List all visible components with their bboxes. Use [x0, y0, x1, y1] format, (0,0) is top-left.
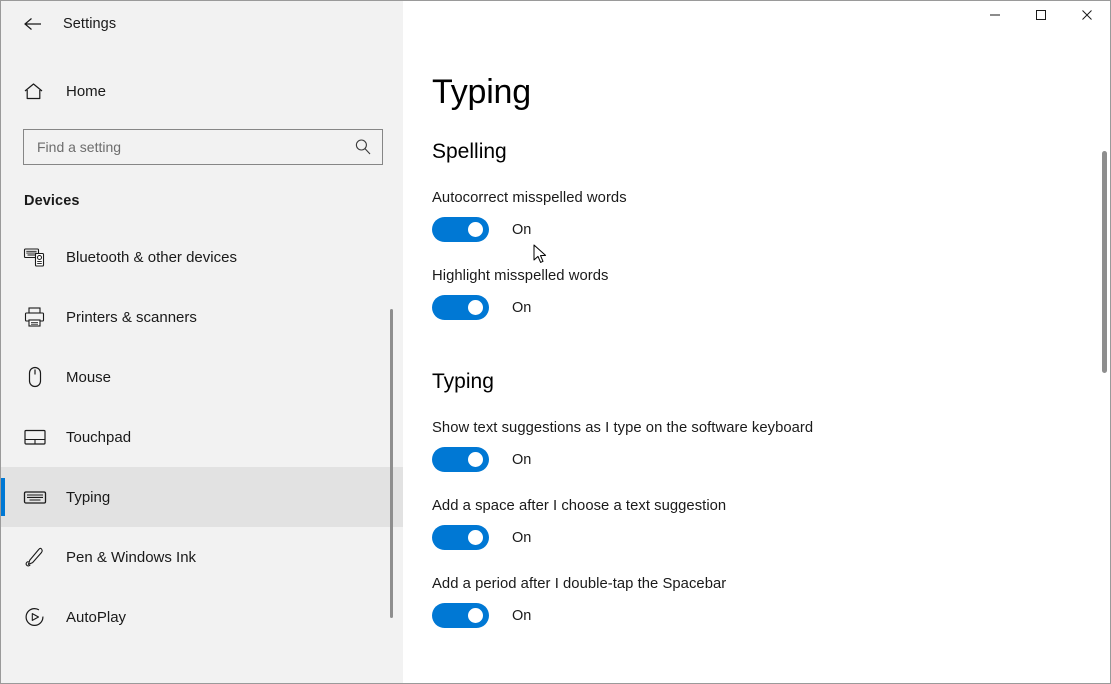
setting-show-text-suggestions: Show text suggestions as I type on the s… — [432, 420, 1110, 472]
toggle-show-text-suggestions[interactable] — [432, 447, 489, 472]
toggle-state-label: On — [512, 607, 532, 624]
setting-label: Autocorrect misspelled words — [432, 190, 627, 206]
sidebar-item-label: AutoPlay — [66, 608, 127, 626]
home-icon — [23, 82, 53, 101]
setting-label: Show text suggestions as I type on the s… — [432, 420, 814, 436]
touchpad-icon — [23, 426, 53, 448]
toggle-row: On — [432, 295, 1110, 320]
app-title: Settings — [63, 16, 117, 32]
mouse-icon — [23, 366, 53, 388]
setting-highlight-misspelled-words: Highlight misspelled words On — [432, 268, 1110, 320]
maximize-icon — [1035, 8, 1047, 26]
main-content: Typing Spelling Autocorrect misspelled w… — [403, 47, 1110, 683]
toggle-row: On — [432, 525, 1110, 550]
search-icon[interactable] — [354, 138, 372, 156]
search-box[interactable] — [23, 129, 383, 165]
toggle-state-label: On — [512, 529, 532, 546]
page-title: Typing — [432, 73, 531, 111]
close-icon — [1081, 8, 1093, 26]
minimize-icon — [989, 8, 1001, 26]
toggle-state-label: On — [512, 451, 532, 468]
toggle-autocorrect-misspelled-words[interactable] — [432, 217, 489, 242]
main-scrollbar-thumb[interactable] — [1102, 151, 1107, 373]
toggle-row: On — [432, 447, 1110, 472]
keyboard-icon — [23, 486, 53, 508]
printer-icon — [23, 306, 53, 328]
toggle-knob — [468, 222, 483, 237]
title-bar: Settings — [1, 1, 1110, 47]
setting-autocorrect-misspelled-words: Autocorrect misspelled words On — [432, 190, 1110, 242]
autoplay-icon — [23, 606, 53, 628]
toggle-add-period-after-double-tap[interactable] — [432, 603, 489, 628]
close-button[interactable] — [1064, 1, 1110, 33]
home-label: Home — [66, 82, 107, 100]
sidebar-nav-list: Bluetooth & other devices Printers & sca… — [1, 227, 403, 647]
setting-add-period-after-double-tap: Add a period after I double-tap the Spac… — [432, 576, 1110, 628]
sidebar-item-label: Mouse — [66, 368, 112, 386]
sidebar-scrollbar[interactable] — [390, 309, 393, 618]
group-heading-typing: Typing — [432, 370, 494, 393]
sidebar-item-label: Bluetooth & other devices — [66, 248, 237, 266]
back-arrow-icon — [23, 16, 43, 32]
sidebar-item-label: Printers & scanners — [66, 308, 197, 326]
toggle-row: On — [432, 217, 1110, 242]
search-input[interactable] — [24, 131, 334, 163]
title-bar-left: Settings — [1, 1, 403, 47]
sidebar-item-autoplay[interactable]: AutoPlay — [1, 587, 403, 647]
toggle-highlight-misspelled-words[interactable] — [432, 295, 489, 320]
setting-label: Add a space after I choose a text sugges… — [432, 498, 727, 514]
sidebar-item-home[interactable]: Home — [1, 71, 403, 111]
pen-icon — [23, 546, 53, 568]
sidebar-item-label: Touchpad — [66, 428, 132, 446]
sidebar-item-touchpad[interactable]: Touchpad — [1, 407, 403, 467]
sidebar-item-bluetooth-other-devices[interactable]: Bluetooth & other devices — [1, 227, 403, 287]
sidebar-item-pen-windows-ink[interactable]: Pen & Windows Ink — [1, 527, 403, 587]
settings-window: Settings Home Find a setting Devices Blu… — [0, 0, 1111, 684]
maximize-button[interactable] — [1018, 1, 1064, 33]
toggle-knob — [468, 300, 483, 315]
sidebar-item-mouse[interactable]: Mouse — [1, 347, 403, 407]
group-heading-spelling: Spelling — [432, 140, 507, 163]
bluetooth-devices-icon — [23, 246, 53, 268]
sidebar-item-label: Typing — [66, 488, 111, 506]
toggle-knob — [468, 608, 483, 623]
toggle-add-space-after-suggestion[interactable] — [432, 525, 489, 550]
minimize-button[interactable] — [972, 1, 1018, 33]
toggle-state-label: On — [512, 221, 532, 238]
toggle-knob — [468, 452, 483, 467]
sidebar-item-typing[interactable]: Typing — [1, 467, 403, 527]
sidebar-section-title: Devices — [24, 193, 80, 209]
setting-label: Add a period after I double-tap the Spac… — [432, 576, 727, 592]
toggle-knob — [468, 530, 483, 545]
window-controls — [403, 1, 1110, 47]
setting-label: Highlight misspelled words — [432, 268, 609, 284]
toggle-row: On — [432, 603, 1110, 628]
main-scrollbar-track[interactable] — [1098, 47, 1110, 683]
sidebar: Home Devices — [1, 47, 403, 683]
setting-add-space-after-suggestion: Add a space after I choose a text sugges… — [432, 498, 1110, 550]
sidebar-item-printers-scanners[interactable]: Printers & scanners — [1, 287, 403, 347]
back-button[interactable] — [11, 8, 55, 40]
sidebar-item-label: Pen & Windows Ink — [66, 548, 197, 566]
toggle-state-label: On — [512, 299, 532, 316]
